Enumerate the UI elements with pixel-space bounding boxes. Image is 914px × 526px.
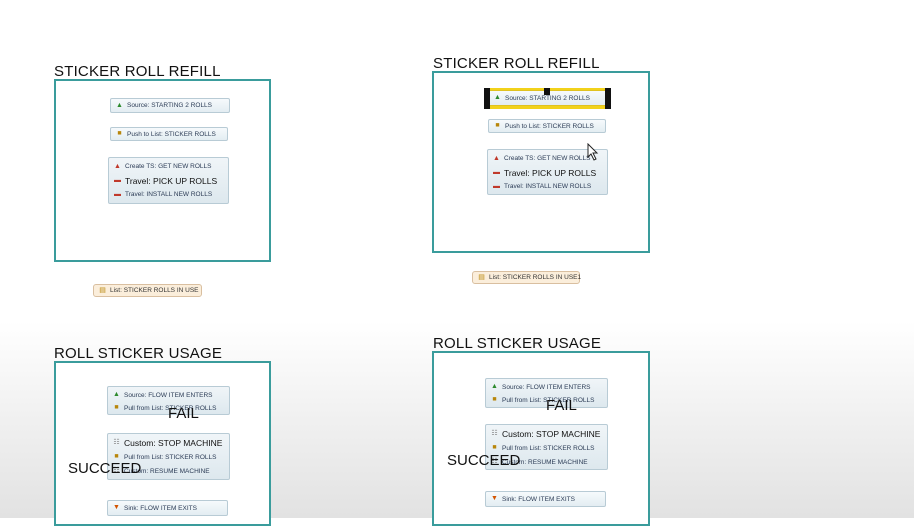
selection-handle-left[interactable] [484,88,490,109]
travel-truck-icon: ▬ [114,190,121,198]
list-label: List: STICKER ROLLS IN USE1 [489,274,582,281]
push-list-node[interactable]: ■ Push to List: STICKER ROLLS [110,127,228,141]
node-label: Push to List: STICKER ROLLS [505,122,594,130]
succeed-annotation: SUCCEED [68,460,142,477]
selection-bar-bottom [484,106,611,109]
fail-annotation: FAIL [546,397,577,414]
create-ts-row[interactable]: ▲ Create TS: GET NEW ROLLS [109,161,211,172]
source-node[interactable]: ▲ Source: STARTING 2 ROLLS [110,98,230,113]
custom-code-icon: ☷ [113,439,120,446]
flow-title: STICKER ROLL REFILL [54,63,221,80]
list-pull-icon: ■ [492,396,497,403]
source-icon: ▲ [113,391,120,398]
node-label: Source: STARTING 2 ROLLS [127,102,213,109]
node-label: Custom: STOP MACHINE [124,438,223,448]
node-label: Source: FLOW ITEM ENTERS [502,383,591,391]
node-label: Sink: FLOW ITEM EXITS [124,504,197,512]
succeed-annotation: SUCCEED [447,452,521,469]
source-icon: ▲ [491,383,498,390]
flow-title: ROLL STICKER USAGE [433,335,602,352]
task-sequence-group[interactable]: ▲ Create TS: GET NEW ROLLS ▬ Travel: PICK … [108,157,229,204]
create-ts-row[interactable]: ▲ Create TS: GET NEW ROLLS [488,153,590,164]
push-list-node[interactable]: ■ Push to List: STICKER ROLLS [488,119,606,133]
sink-node[interactable]: ▼ Sink: FLOW ITEM EXITS [107,500,228,516]
list-node[interactable]: ▤ List: STICKER ROLLS IN USE1 [472,271,582,284]
list-icon: ▤ [99,286,106,294]
source-row[interactable]: ▲ Source: FLOW ITEM ENTERS [108,389,213,401]
list-icon: ▤ [478,273,485,281]
task-sequence-icon: ▲ [114,162,121,170]
sink-node[interactable]: ▼ Sink: FLOW ITEM EXITS [485,491,606,507]
node-label: Travel: INSTALL NEW ROLLS [504,183,592,190]
list-label: List: STICKER ROLLS IN USE [110,287,199,294]
travel-truck-icon: ▬ [493,182,500,190]
list-pull-icon: ■ [114,404,119,411]
node-label: Source: STARTING 2 ROLLS [505,94,591,102]
fail-annotation: FAIL [168,405,199,422]
travel-pick-row[interactable]: ▬ Travel: PICK UP ROLLS [109,174,217,187]
flow-title: ROLL STICKER USAGE [54,345,223,362]
node-label: Push to List: STICKER ROLLS [127,130,216,138]
travel-truck-icon: ▬ [114,176,121,184]
sink-icon: ▼ [113,504,120,511]
node-label: Create TS: GET NEW ROLLS [125,163,212,170]
node-label: Source: FLOW ITEM ENTERS [124,391,213,399]
node-label: Travel: PICK UP ROLLS [125,175,218,186]
source-row[interactable]: ▲ Source: FLOW ITEM ENTERS [486,381,591,393]
sink-icon: ▼ [491,495,498,502]
node-label: Create TS: GET NEW ROLLS [504,155,591,162]
flow-title: STICKER ROLL REFILL [433,55,600,72]
mouse-cursor-icon [587,143,599,161]
custom-code-icon: ☷ [491,430,498,437]
node-label: Travel: PICK UP ROLLS [504,167,597,178]
node-label: Sink: FLOW ITEM EXITS [502,495,575,503]
list-pull-icon: ■ [492,444,497,451]
node-label: Custom: STOP MACHINE [502,429,601,439]
pull-list-row[interactable]: ■ Pull from List: STICKER ROLLS [108,402,216,414]
travel-truck-icon: ▬ [493,168,500,176]
custom-stop-row[interactable]: ☷ Custom: STOP MACHINE [486,428,600,440]
travel-install-row[interactable]: ▬ Travel: INSTALL NEW ROLLS [109,189,212,200]
list-push-icon: ■ [117,130,122,137]
list-push-icon: ■ [495,122,500,129]
list-node[interactable]: ▤ List: STICKER ROLLS IN USE [93,284,202,297]
node-label: Pull from List: STICKER ROLLS [502,444,595,452]
pull-list-row[interactable]: ■ Pull from List: STICKER ROLLS [486,394,594,406]
custom-stop-row[interactable]: ☷ Custom: STOP MACHINE [108,437,222,449]
task-sequence-icon: ▲ [493,154,500,162]
travel-install-row[interactable]: ▬ Travel: INSTALL NEW ROLLS [488,181,591,192]
node-label: Travel: INSTALL NEW ROLLS [125,191,213,198]
source-icon: ▲ [116,101,123,109]
source-icon: ▲ [494,94,501,101]
travel-pick-row[interactable]: ▬ Travel: PICK UP ROLLS [488,166,596,179]
selection-handle-mid[interactable] [544,88,550,95]
selection-handle-right[interactable] [605,88,611,109]
